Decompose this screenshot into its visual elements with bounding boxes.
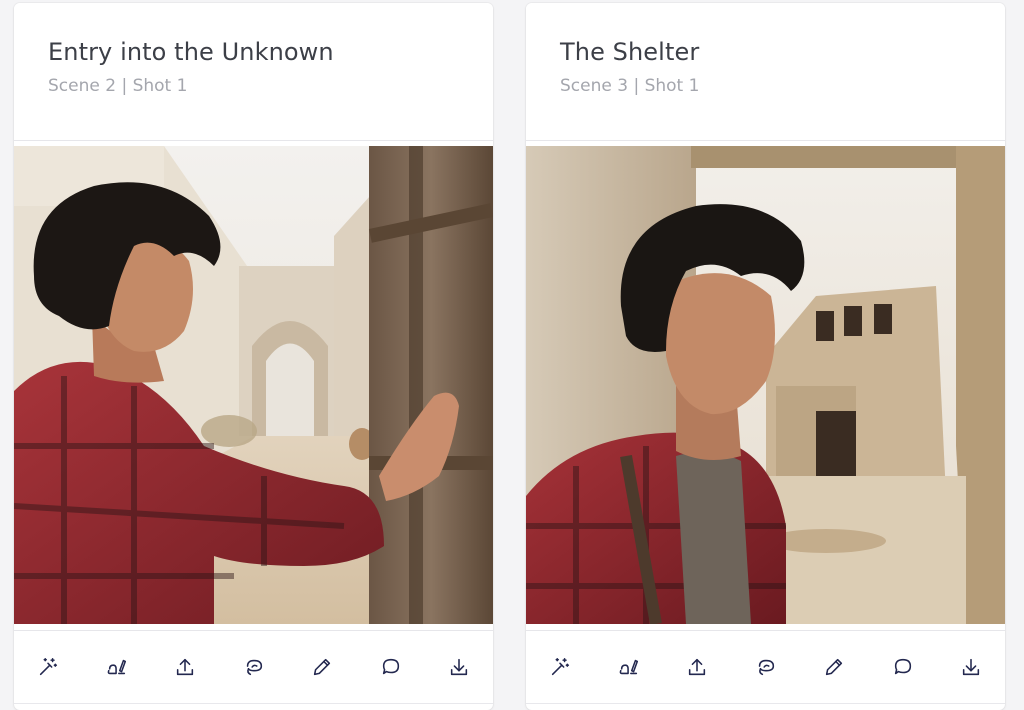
shot-title: The Shelter	[560, 38, 700, 66]
magic-wand-icon[interactable]	[35, 654, 61, 680]
pencil-icon[interactable]	[309, 654, 335, 680]
shot-illustration	[14, 146, 493, 624]
edit-shot-icon[interactable]	[104, 654, 130, 680]
shot-card[interactable]: Entry into the Unknown Scene 2 | Shot 1	[14, 3, 493, 710]
shot-card[interactable]: The Shelter Scene 3 | Shot 1	[526, 3, 1005, 710]
shot-image[interactable]	[14, 146, 493, 624]
shot-illustration	[526, 146, 1005, 624]
lasso-icon[interactable]	[753, 654, 779, 680]
shot-title: Entry into the Unknown	[48, 38, 334, 66]
comment-icon[interactable]	[890, 654, 916, 680]
magic-wand-icon[interactable]	[547, 654, 573, 680]
card-divider	[526, 703, 1005, 704]
edit-shot-icon[interactable]	[616, 654, 642, 680]
lasso-icon[interactable]	[241, 654, 267, 680]
shot-toolbar	[14, 630, 493, 702]
upload-icon[interactable]	[684, 654, 710, 680]
pencil-icon[interactable]	[821, 654, 847, 680]
shot-toolbar	[526, 630, 1005, 702]
card-header: The Shelter Scene 3 | Shot 1	[526, 3, 1005, 141]
shot-subtitle: Scene 3 | Shot 1	[560, 76, 700, 96]
card-divider	[14, 703, 493, 704]
card-header: Entry into the Unknown Scene 2 | Shot 1	[14, 3, 493, 141]
download-icon[interactable]	[958, 654, 984, 680]
shot-subtitle: Scene 2 | Shot 1	[48, 76, 188, 96]
download-icon[interactable]	[446, 654, 472, 680]
shot-image[interactable]	[526, 146, 1005, 624]
upload-icon[interactable]	[172, 654, 198, 680]
comment-icon[interactable]	[378, 654, 404, 680]
